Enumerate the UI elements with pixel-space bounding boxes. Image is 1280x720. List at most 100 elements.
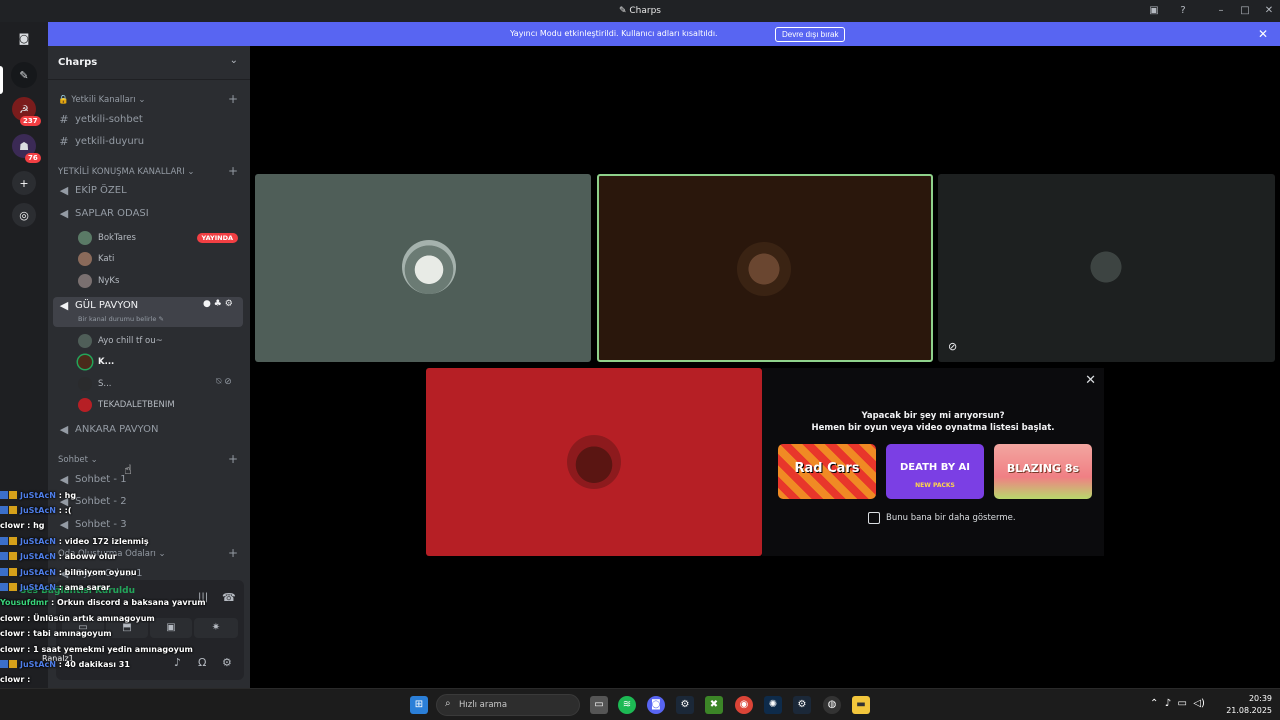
obs-icon[interactable]: ◍ (823, 696, 841, 714)
soundboard-button[interactable]: ✷ (194, 618, 238, 638)
start-icon[interactable]: ⊞ (410, 696, 428, 714)
add-channel-icon[interactable]: + (228, 92, 238, 106)
disconnect-icon[interactable]: ☎ (222, 591, 236, 604)
user-label: Kati (98, 254, 115, 264)
avatar (78, 377, 92, 391)
close-window-icon[interactable]: ✕ (1262, 4, 1276, 18)
network-icon[interactable]: ▭ (1178, 698, 1187, 709)
overlay-chat-message: : video 172 izlenmiş (58, 537, 149, 546)
video-tile-4[interactable] (426, 368, 762, 556)
headphones-icon[interactable]: Ω (198, 656, 206, 669)
channel-sohbet-3[interactable]: ◀ Sohbet - 3 (58, 518, 127, 531)
channel-ekip-ozel[interactable]: ◀ EKİP ÖZEL (58, 184, 127, 197)
disable-streamer-mode-button[interactable]: Devre dışı bırak (775, 27, 846, 42)
category-label: YETKİLİ KONUŞMA KANALLARI (58, 167, 185, 177)
channel-saplar-odasi[interactable]: ◀ SAPLAR ODASI (58, 207, 149, 220)
user-label: S... (98, 379, 112, 389)
channel-label: SAPLAR ODASI (75, 208, 149, 219)
volume-icon[interactable]: ◁) (1193, 698, 1205, 709)
chat-badge-icon (0, 583, 8, 591)
avatar (78, 334, 92, 348)
file-explorer-icon[interactable]: ▬ (852, 696, 870, 714)
discord-home-icon[interactable]: ◙ (12, 26, 36, 50)
channel-yetkili-duyuru[interactable]: # yetkili-duyuru (58, 135, 144, 148)
server-badge-1: 237 (20, 116, 41, 126)
user-label: TEKADALETBENIM (98, 400, 175, 410)
explore-icon[interactable]: ◎ (12, 203, 36, 227)
microphone-icon[interactable]: ♪ (174, 656, 181, 669)
task-view-icon[interactable]: ▭ (590, 696, 608, 714)
voice-user-3[interactable]: S... (78, 377, 112, 391)
voice-user-1[interactable]: Ayo chill tf ou~ (78, 334, 163, 348)
channel-status-text: Bir kanal durumu belirle (78, 315, 157, 323)
close-banner-icon[interactable]: ✕ (1258, 27, 1268, 41)
voice-user-4[interactable]: TEKADALETBENIM (78, 398, 175, 412)
chat-badge-icon (0, 552, 8, 560)
game-card-blazing-8s[interactable]: BLAZING 8s (994, 444, 1092, 499)
server-header[interactable]: Charps ⌄ (48, 46, 250, 80)
activities-button[interactable]: ▣ (150, 618, 192, 638)
channel-gul-pavyon[interactable]: ◀ GÜL PAVYON (58, 299, 138, 312)
add-channel-icon[interactable]: + (228, 452, 238, 466)
taskbar-search[interactable]: ⌕ Hızlı arama (436, 694, 580, 716)
category-yetkili-konusma[interactable]: YETKİLİ KONUŞMA KANALLARI ⌄ (58, 167, 195, 177)
channel-label: Sohbet - 2 (75, 496, 127, 507)
server-charps-icon[interactable]: ✎ (11, 62, 37, 88)
settings-gear-icon[interactable]: ⚙ (225, 299, 233, 309)
invite-icon[interactable]: ♣ (214, 299, 222, 309)
help-icon[interactable]: ? (1176, 4, 1190, 18)
maximize-icon[interactable]: □ (1238, 4, 1252, 18)
video-tile-3[interactable]: ⊘ (938, 174, 1275, 362)
chat-icon[interactable]: ● (203, 299, 211, 309)
category-sohbet[interactable]: Sohbet ⌄ (58, 455, 98, 465)
steam-icon[interactable]: ⚙ (676, 696, 694, 714)
overlay-chat-message: : (27, 675, 31, 684)
game-card-death-by-ai[interactable]: DEATH BY AI NEW PACKS (886, 444, 984, 499)
chat-badge-icon (9, 506, 17, 514)
voice-user-kati[interactable]: Kati (78, 252, 114, 266)
avatar (567, 435, 621, 489)
overlay-chat-message: : bilmiyom oyunu (58, 568, 137, 577)
close-popup-icon[interactable]: ✕ (1085, 373, 1096, 388)
chrome-icon[interactable]: ◉ (735, 696, 753, 714)
discord-taskbar-icon[interactable]: ◙ (647, 696, 665, 714)
minimize-icon[interactable]: – (1214, 4, 1228, 18)
video-tile-1[interactable] (255, 174, 591, 362)
chevron-up-icon[interactable]: ⌃ (1150, 698, 1158, 709)
minecraft-icon[interactable]: ✖ (705, 696, 723, 714)
chat-badge-icon (9, 552, 17, 560)
overlay-chat-user: clowr (0, 629, 25, 638)
channel-status[interactable]: Bir kanal durumu belirle ✎ (78, 315, 164, 323)
add-channel-icon[interactable]: + (228, 164, 238, 178)
microphone-tray-icon[interactable]: ♪ (1165, 698, 1171, 709)
spotify-icon[interactable]: ≋ (618, 696, 636, 714)
dont-show-again-checkbox[interactable] (868, 512, 880, 524)
channel-ankara-pavyon[interactable]: ◀ ANKARA PAVYON (58, 423, 159, 436)
steam-2-icon[interactable]: ⚙ (793, 696, 811, 714)
inbox-icon[interactable]: ▣ (1147, 4, 1161, 18)
title-bar: ✎ Charps ▣ ? – □ ✕ (0, 0, 1280, 22)
user-settings-gear-icon[interactable]: ⚙ (222, 656, 232, 669)
channel-label: Sohbet - 1 (75, 474, 127, 485)
overlay-chat-user: JuStAcN (20, 660, 56, 669)
add-server-icon[interactable]: + (12, 171, 36, 195)
chat-badge-icon (0, 506, 8, 514)
channel-label: yetkili-sohbet (75, 114, 143, 125)
channel-actions: ● ♣ ⚙ (203, 299, 233, 309)
voice-user-2[interactable]: K... (78, 355, 114, 369)
popup-title: Yapacak bir şey mi arıyorsun? (861, 411, 1005, 421)
search-placeholder: Hızlı arama (459, 700, 508, 710)
app-icon[interactable]: ✺ (764, 696, 782, 714)
voice-user-boktares[interactable]: BokTares (78, 231, 136, 245)
channel-sohbet-1[interactable]: ◀ Sohbet - 1 (58, 473, 127, 486)
add-channel-icon[interactable]: + (228, 546, 238, 560)
chat-badge-icon (9, 583, 17, 591)
system-tray[interactable]: ⌃ ♪ ▭ ◁) (1150, 698, 1205, 709)
category-yetkili-kanallari[interactable]: 🔒 Yetkili Kanalları ⌄ (58, 95, 145, 105)
voice-user-nyks[interactable]: NyKs (78, 274, 119, 288)
taskbar-clock[interactable]: 20:39 21.08.2025 (1226, 693, 1272, 717)
game-card-rad-cars[interactable]: Rad Cars (778, 444, 876, 499)
video-tile-2-speaking[interactable] (597, 174, 933, 362)
avatar (402, 240, 456, 294)
channel-yetkili-sohbet[interactable]: # yetkili-sohbet (58, 113, 143, 126)
